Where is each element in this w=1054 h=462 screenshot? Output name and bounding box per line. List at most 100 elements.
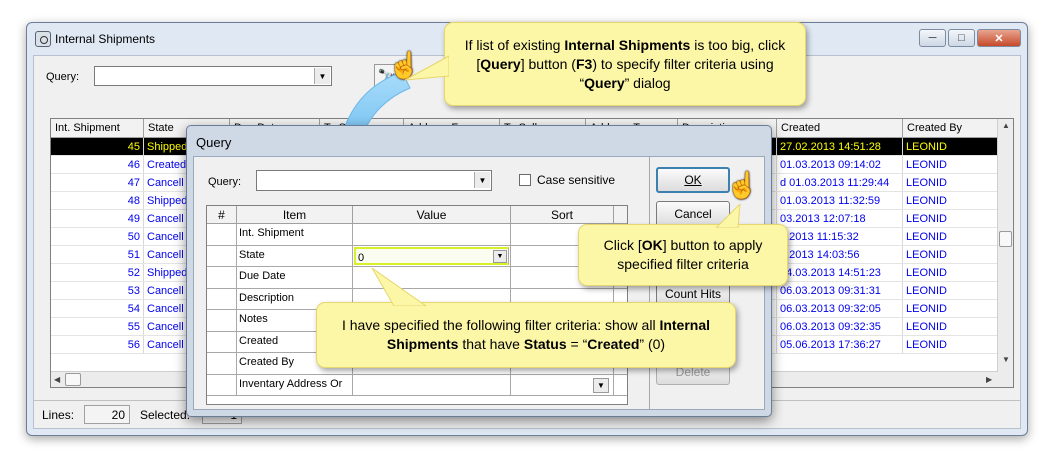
header-int-shipment[interactable]: Int. Shipment <box>51 119 144 137</box>
window-title-bar: Internal Shipments <box>35 31 155 47</box>
cell-created-by: LEONID <box>903 192 999 209</box>
cell-created: 06.03.2013 09:32:35 <box>777 318 903 335</box>
criteria-item: Int. Shipment <box>237 224 353 245</box>
callout-text: ” dialog <box>624 74 671 91</box>
ok-button-label: OK <box>684 173 702 187</box>
callout-text: = “ <box>566 336 588 352</box>
cell-created: 04.03.2013 14:51:23 <box>777 264 903 281</box>
callout-bold: Query <box>584 74 625 91</box>
cell-id: 45 <box>51 138 144 155</box>
callout-bold: OK <box>641 237 663 253</box>
cell-created-by: LEONID <box>903 318 999 335</box>
criteria-row[interactable]: State 0 ▼ <box>207 245 627 267</box>
scroll-down-icon[interactable]: ▼ <box>1002 355 1010 364</box>
criteria-value[interactable] <box>353 224 511 245</box>
criteria-sort-cell[interactable]: ▼ <box>511 374 614 395</box>
header-item: Item <box>237 206 353 223</box>
checkbox-box[interactable] <box>519 174 531 186</box>
cell-created: d 01.03.2013 11:29:44 <box>777 174 903 191</box>
header-sort: Sort <box>511 206 614 223</box>
cell-id: 46 <box>51 156 144 173</box>
criteria-item: Inventary Address Or <box>237 374 353 395</box>
cell-id: 49 <box>51 210 144 227</box>
criteria-item: Due Date <box>237 267 353 288</box>
callout-filter-tip-text: I have specified the following filter cr… <box>327 316 725 354</box>
chevron-down-icon[interactable]: ▼ <box>474 172 490 188</box>
dialog-query-combobox[interactable]: ▼ <box>256 170 492 191</box>
window-controls: ─ □ ✕ <box>919 29 1021 47</box>
cell-created: 27.02.2013 14:51:28 <box>777 138 903 155</box>
callout-query-tip: If list of existing Internal Shipments i… <box>444 22 806 106</box>
app-icon <box>35 31 51 47</box>
criteria-value-cell[interactable]: 0 ▼ <box>353 245 511 266</box>
callout-tail-icon <box>405 55 449 81</box>
hand-pointer-icon: ☝ <box>726 170 759 200</box>
cell-created: 06.03.2013 09:31:31 <box>777 282 903 299</box>
state-value-combobox[interactable]: 0 ▼ <box>354 246 509 265</box>
cell-id: 54 <box>51 300 144 317</box>
cell-id: 48 <box>51 192 144 209</box>
cell-created-by: LEONID <box>903 228 999 245</box>
cell-created-by: LEONID <box>903 264 999 281</box>
callout-filter-tip: I have specified the following filter cr… <box>316 302 736 368</box>
cell-id: 52 <box>51 264 144 281</box>
cell-created: 06.03.2013 09:32:05 <box>777 300 903 317</box>
callout-query-tip-text: If list of existing Internal Shipments i… <box>455 36 795 93</box>
cell-created: 03.2013 12:07:18 <box>777 210 903 227</box>
callout-ok-tip-text: Click [OK] button to apply specified fil… <box>589 236 777 274</box>
callout-text: If list of existing <box>464 36 565 53</box>
cell-created-by: LEONID <box>903 210 999 227</box>
close-button[interactable]: ✕ <box>977 29 1021 47</box>
case-sensitive-label: Case sensitive <box>537 173 616 187</box>
callout-text: I have specified the following filter cr… <box>341 317 660 333</box>
callout-bold: Query <box>480 55 521 72</box>
dialog-query-label: Query: <box>208 176 242 188</box>
callout-bold: Internal Shipments <box>564 36 691 53</box>
callout-bold: Status <box>523 336 567 352</box>
cell-created-by: LEONID <box>903 174 999 191</box>
cell-created-by: LEONID <box>903 282 999 299</box>
vertical-scrollbar[interactable]: ▲ ▼ <box>997 119 1013 387</box>
header-created[interactable]: Created <box>777 119 903 137</box>
criteria-value[interactable] <box>353 374 511 395</box>
cell-created-by: LEONID <box>903 300 999 317</box>
cell-id: 53 <box>51 282 144 299</box>
query-combobox[interactable]: ▼ <box>94 66 332 86</box>
cell-created-by: LEONID <box>903 246 999 263</box>
callout-bold: F3 <box>575 55 593 72</box>
selected-label: Selected: <box>140 408 191 422</box>
callout-tail-icon <box>715 204 741 228</box>
cell-created: 3.2013 14:03:56 <box>777 246 903 263</box>
criteria-row[interactable]: Inventary Address Or ▼ <box>207 374 627 396</box>
cancel-button-label: Cancel <box>674 207 712 221</box>
scroll-left-icon[interactable]: ◀ <box>54 375 60 384</box>
cell-created-by: LEONID <box>903 156 999 173</box>
chevron-down-icon[interactable]: ▼ <box>493 249 507 263</box>
header-number: # <box>207 206 237 223</box>
cell-id: 47 <box>51 174 144 191</box>
cell-id: 51 <box>51 246 144 263</box>
cell-created: 3.2013 11:15:32 <box>777 228 903 245</box>
query-label: Query: <box>46 71 80 83</box>
cell-created: 01.03.2013 11:32:59 <box>777 192 903 209</box>
ok-button[interactable]: OK <box>656 167 730 193</box>
cell-created: 05.06.2013 17:36:27 <box>777 336 903 353</box>
scroll-up-icon[interactable]: ▲ <box>1002 121 1010 130</box>
header-created-by[interactable]: Created By <box>903 119 999 137</box>
lines-label: Lines: <box>42 408 75 422</box>
criteria-item: State <box>237 245 353 266</box>
callout-text: ” (0) <box>639 336 666 352</box>
window-title: Internal Shipments <box>55 32 156 46</box>
cell-id: 56 <box>51 336 144 353</box>
lines-count: 20 <box>84 405 130 424</box>
cell-created: 01.03.2013 09:14:02 <box>777 156 903 173</box>
minimize-button[interactable]: ─ <box>919 29 946 47</box>
criteria-row[interactable]: Int. Shipment <box>207 224 627 246</box>
callout-text: ] button ( <box>520 55 576 72</box>
chevron-down-icon[interactable]: ▼ <box>593 377 609 393</box>
scroll-right-icon[interactable]: ▶ <box>986 375 992 384</box>
horizontal-scroll-thumb[interactable] <box>65 373 81 386</box>
case-sensitive-checkbox[interactable]: Case sensitive <box>519 173 615 187</box>
maximize-button[interactable]: □ <box>948 29 975 47</box>
vertical-scroll-thumb[interactable] <box>999 231 1012 247</box>
